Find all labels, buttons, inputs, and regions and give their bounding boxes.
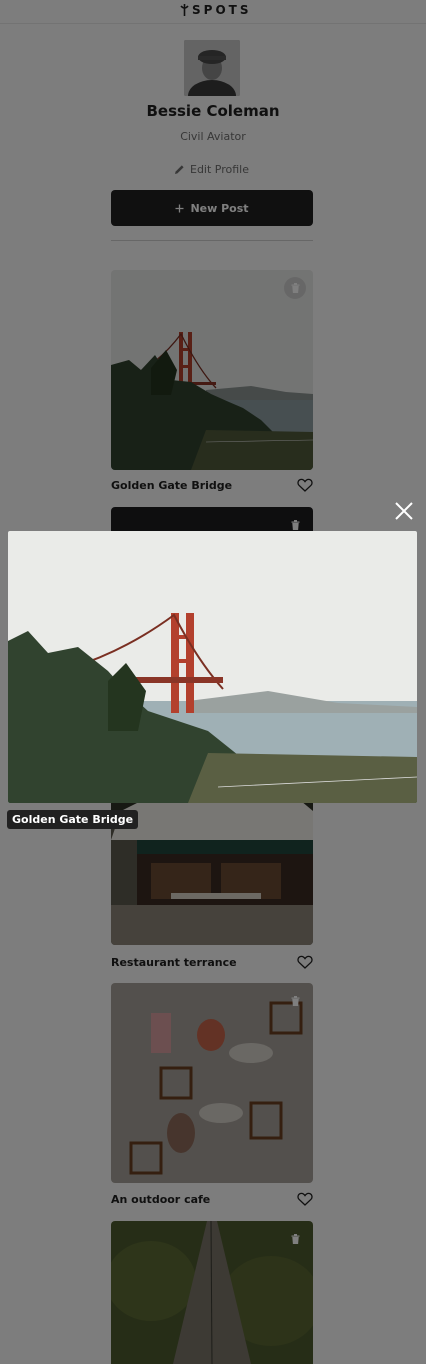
close-icon[interactable] <box>393 500 415 522</box>
modal-caption: Golden Gate Bridge <box>7 810 139 829</box>
modal-image <box>8 531 417 803</box>
